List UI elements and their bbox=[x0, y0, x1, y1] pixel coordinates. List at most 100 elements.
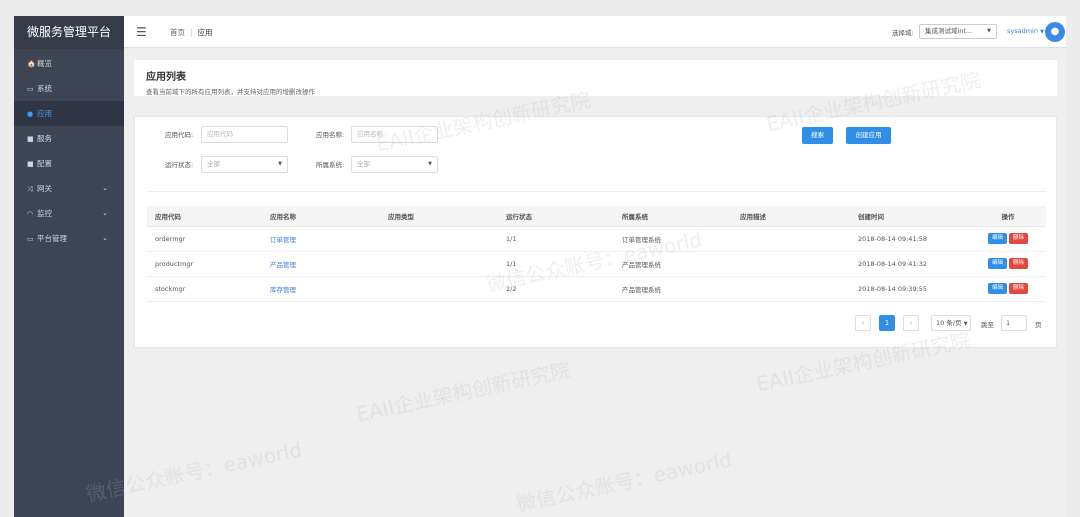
col-header-status: 运行状态 bbox=[498, 206, 614, 227]
cell-actions: 编辑 删除 bbox=[970, 251, 1046, 277]
edit-button[interactable]: 编辑 bbox=[987, 233, 1007, 244]
edit-button[interactable]: 编辑 bbox=[987, 258, 1007, 269]
domain-label: 选择域: bbox=[892, 29, 914, 37]
gauge-icon: ◠ bbox=[27, 210, 34, 218]
cell-actions: 编辑 删除 bbox=[970, 276, 1046, 302]
delete-button[interactable]: 删除 bbox=[1009, 258, 1029, 269]
page-header: 应用列表 查看当前域下的所有应用列表，并支持对应用的增删改操作 bbox=[134, 60, 1057, 96]
table-row: stockmgr 库存管理 2/2 产品管理系统 2018-08-14 09:3… bbox=[147, 276, 1046, 302]
status-select-value: 全部 bbox=[207, 160, 220, 168]
top-bar: ☰ 首页 | 应用 选择域: 集成测试域int... ▼ sysadmin ▼ ● bbox=[124, 16, 1066, 48]
breadcrumb-separator: | bbox=[190, 28, 193, 37]
monitor-icon: ▭ bbox=[27, 235, 34, 243]
app-icon: ● bbox=[27, 110, 34, 118]
col-header-actions: 操作 bbox=[970, 206, 1046, 227]
col-header-type: 应用类型 bbox=[380, 206, 498, 227]
menu-toggle-icon[interactable]: ☰ bbox=[136, 25, 147, 39]
app-table: 应用代码 应用名称 应用类型 运行状态 所属系统 应用描述 创建时间 操作 or… bbox=[147, 206, 1046, 302]
cell-name-link[interactable]: 订单管理 bbox=[262, 226, 380, 252]
cell-name-link[interactable]: 库存管理 bbox=[262, 276, 380, 302]
prev-page-button[interactable]: ‹ bbox=[855, 315, 871, 331]
cell-code: stockmgr bbox=[147, 276, 262, 302]
delete-button[interactable]: 删除 bbox=[1009, 233, 1029, 244]
cell-created: 2018-08-14 09:39:55 bbox=[850, 276, 970, 302]
sidebar-item-label: 系统 bbox=[37, 84, 52, 93]
page-subtitle: 查看当前域下的所有应用列表，并支持对应用的增删改操作 bbox=[146, 88, 315, 96]
system-label: 所属系统: bbox=[316, 161, 345, 169]
domain-select[interactable]: 集成测试域int... ▼ bbox=[919, 24, 997, 39]
next-page-button[interactable]: › bbox=[903, 315, 919, 331]
cell-desc bbox=[732, 276, 850, 302]
col-header-code: 应用代码 bbox=[147, 206, 262, 227]
monitor-icon: ▭ bbox=[27, 85, 34, 93]
sidebar-item-label: 应用 bbox=[37, 109, 52, 118]
status-label: 运行状态: bbox=[165, 161, 194, 169]
app-code-input[interactable]: 应用代码 bbox=[201, 126, 288, 143]
caret-down-icon: ▼ bbox=[987, 28, 991, 34]
cell-system: 订单管理系统 bbox=[614, 226, 732, 252]
table-row: ordermgr 订单管理 1/1 订单管理系统 2018-08-14 09:4… bbox=[147, 226, 1046, 252]
page-button-1[interactable]: 1 bbox=[879, 315, 895, 331]
cell-desc bbox=[732, 251, 850, 277]
goto-page-input[interactable]: 1 bbox=[1001, 315, 1027, 331]
app-name-input[interactable]: 应用名称 bbox=[351, 126, 438, 143]
caret-down-icon: ▼ bbox=[963, 321, 968, 327]
cell-actions: 编辑 删除 bbox=[970, 226, 1046, 252]
delete-button[interactable]: 删除 bbox=[1009, 283, 1029, 294]
sidebar-item-label: 平台管理 bbox=[37, 234, 67, 243]
col-header-desc: 应用描述 bbox=[732, 206, 850, 227]
sidebar-item-application[interactable]: ● 应用 bbox=[14, 101, 124, 126]
domain-select-value: 集成测试域int... bbox=[925, 27, 973, 35]
sidebar: 微服务管理平台 🏠概览 ▭ 系统 ● 应用 ■ 服务 ■ 配置 ⤨ 网关 ⌄ ◠ 监控 ⌄ … bbox=[14, 16, 124, 517]
edit-button[interactable]: 编辑 bbox=[987, 283, 1007, 294]
status-select[interactable]: 全部 ▼ bbox=[201, 156, 288, 173]
cell-type bbox=[380, 276, 498, 302]
sidebar-item-monitor[interactable]: ◠ 监控 ⌄ bbox=[14, 201, 124, 226]
cell-desc bbox=[732, 226, 850, 252]
user-name: sysadmin bbox=[1007, 27, 1038, 35]
caret-down-icon: ▼ bbox=[428, 161, 432, 167]
page-unit-label: 页 bbox=[1035, 321, 1042, 329]
user-icon: ● bbox=[1050, 26, 1060, 37]
chevron-down-icon: ⌄ bbox=[102, 209, 108, 217]
col-header-system: 所属系统 bbox=[614, 206, 732, 227]
cell-name-link[interactable]: 产品管理 bbox=[262, 251, 380, 277]
sidebar-item-service[interactable]: ■ 服务 bbox=[14, 126, 124, 151]
sidebar-item-system[interactable]: ▭ 系统 bbox=[14, 76, 124, 101]
breadcrumb-current: 应用 bbox=[197, 28, 213, 37]
cell-type bbox=[380, 251, 498, 277]
caret-down-icon: ▼ bbox=[278, 161, 282, 167]
sidebar-item-gateway[interactable]: ⤨ 网关 ⌄ bbox=[14, 176, 124, 201]
sidebar-item-platform[interactable]: ▭ 平台管理 ⌄ bbox=[14, 226, 124, 251]
cell-system: 产品管理系统 bbox=[614, 251, 732, 277]
app-code-label: 应用代码: bbox=[165, 131, 194, 139]
user-menu[interactable]: sysadmin ▼ bbox=[1007, 27, 1044, 35]
sidebar-item-overview[interactable]: 🏠概览 bbox=[14, 51, 124, 76]
search-button[interactable]: 搜索 bbox=[802, 127, 833, 144]
col-header-name: 应用名称 bbox=[262, 206, 380, 227]
cell-code: productmgr bbox=[147, 251, 262, 277]
cell-type bbox=[380, 226, 498, 252]
create-app-button[interactable]: 创建应用 bbox=[846, 127, 891, 144]
sidebar-item-label: 服务 bbox=[37, 134, 52, 143]
app-list-card: 应用代码: 应用代码 应用名称: 应用名称 运行状态: 全部 ▼ 所属系统: 全部… bbox=[134, 116, 1057, 348]
sidebar-item-label: 概览 bbox=[37, 59, 52, 68]
app-name-label: 应用名称: bbox=[316, 131, 345, 139]
avatar[interactable]: ● bbox=[1045, 22, 1065, 42]
system-select[interactable]: 全部 ▼ bbox=[351, 156, 438, 173]
cell-code: ordermgr bbox=[147, 226, 262, 252]
goto-label: 跳至 bbox=[981, 321, 994, 329]
sidebar-item-label: 网关 bbox=[37, 184, 52, 193]
brand-title: 微服务管理平台 bbox=[14, 16, 124, 49]
breadcrumb-home[interactable]: 首页 bbox=[170, 28, 185, 37]
page-size-value: 10 条/页 bbox=[936, 319, 962, 327]
cell-created: 2018-08-14 09:41:58 bbox=[850, 226, 970, 252]
chevron-down-icon: ⌄ bbox=[102, 234, 108, 242]
system-select-value: 全部 bbox=[357, 160, 370, 168]
shuffle-icon: ⤨ bbox=[27, 185, 33, 193]
watermark: 微信公众账号：eaworld bbox=[514, 447, 735, 517]
page-size-select[interactable]: 10 条/页 ▼ bbox=[931, 315, 971, 331]
divider bbox=[147, 191, 1046, 192]
sidebar-item-config[interactable]: ■ 配置 bbox=[14, 151, 124, 176]
config-icon: ■ bbox=[27, 160, 34, 168]
